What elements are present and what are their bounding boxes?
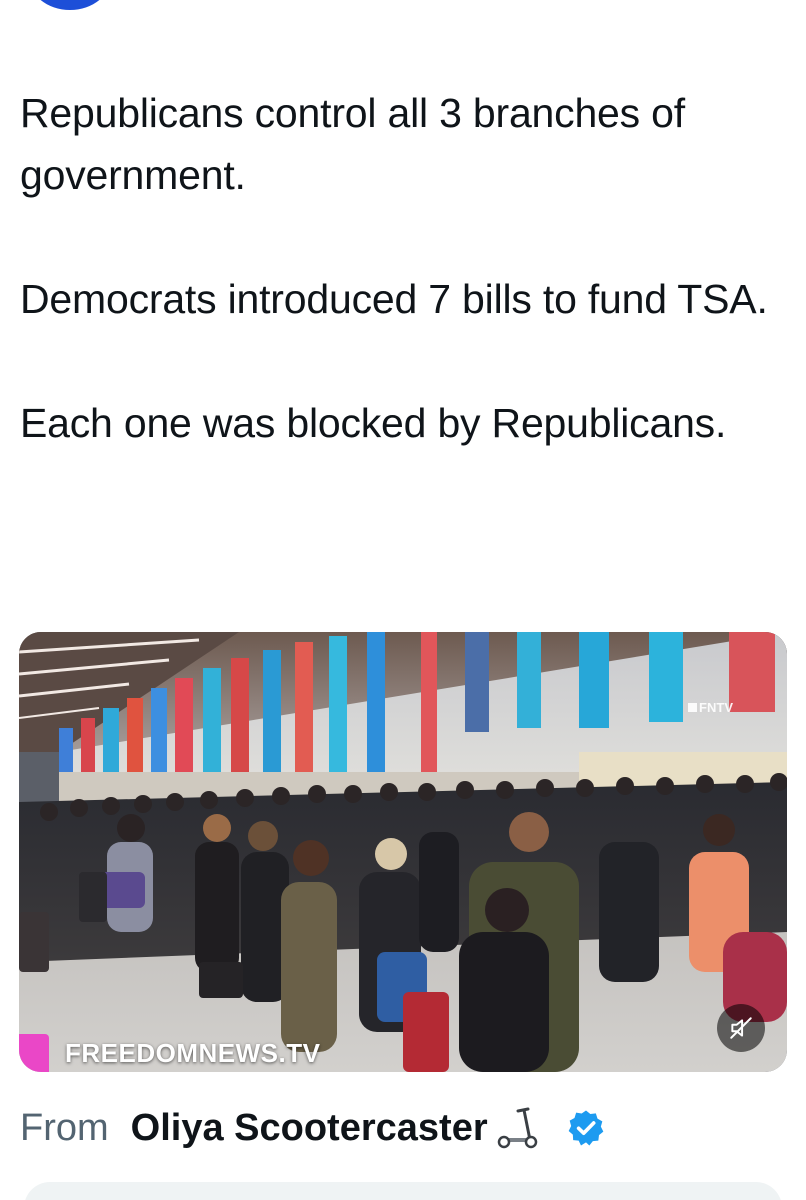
- source-name[interactable]: Oliya Scootercaster: [131, 1107, 488, 1150]
- tweet-paragraph-3: Each one was blocked by Republicans.: [20, 400, 727, 446]
- fntv-watermark: FNTV: [688, 700, 733, 715]
- brand-label: FREEDOMNEWS.TV: [65, 1037, 321, 1068]
- kick-scooter-icon: [496, 1106, 540, 1150]
- video-player[interactable]: FNTV FREEDOMNEWS.TV: [19, 632, 787, 1072]
- video-frame: [19, 632, 787, 1072]
- mute-button[interactable]: [717, 1004, 765, 1052]
- video-source-attribution[interactable]: From Oliya Scootercaster: [20, 1102, 606, 1154]
- brand-lower-third: FREEDOMNEWS.TV: [19, 1034, 320, 1072]
- next-content-card[interactable]: [24, 1182, 782, 1200]
- square-icon: [688, 703, 698, 712]
- tweet-detail-view: Republicans control all 3 branches of go…: [0, 0, 806, 1200]
- speaker-muted-icon: [730, 1017, 752, 1039]
- tweet-paragraph-1: Republicans control all 3 branches of go…: [20, 90, 685, 198]
- from-label: From: [20, 1106, 109, 1149]
- fntv-label: FNTV: [699, 700, 733, 715]
- tweet-paragraph-2: Democrats introduced 7 bills to fund TSA…: [20, 276, 768, 322]
- brand-color-block: [19, 1034, 49, 1072]
- avatar[interactable]: [28, 0, 112, 10]
- tweet-text: Republicans control all 3 branches of go…: [20, 82, 790, 454]
- verified-badge-icon: [566, 1108, 606, 1148]
